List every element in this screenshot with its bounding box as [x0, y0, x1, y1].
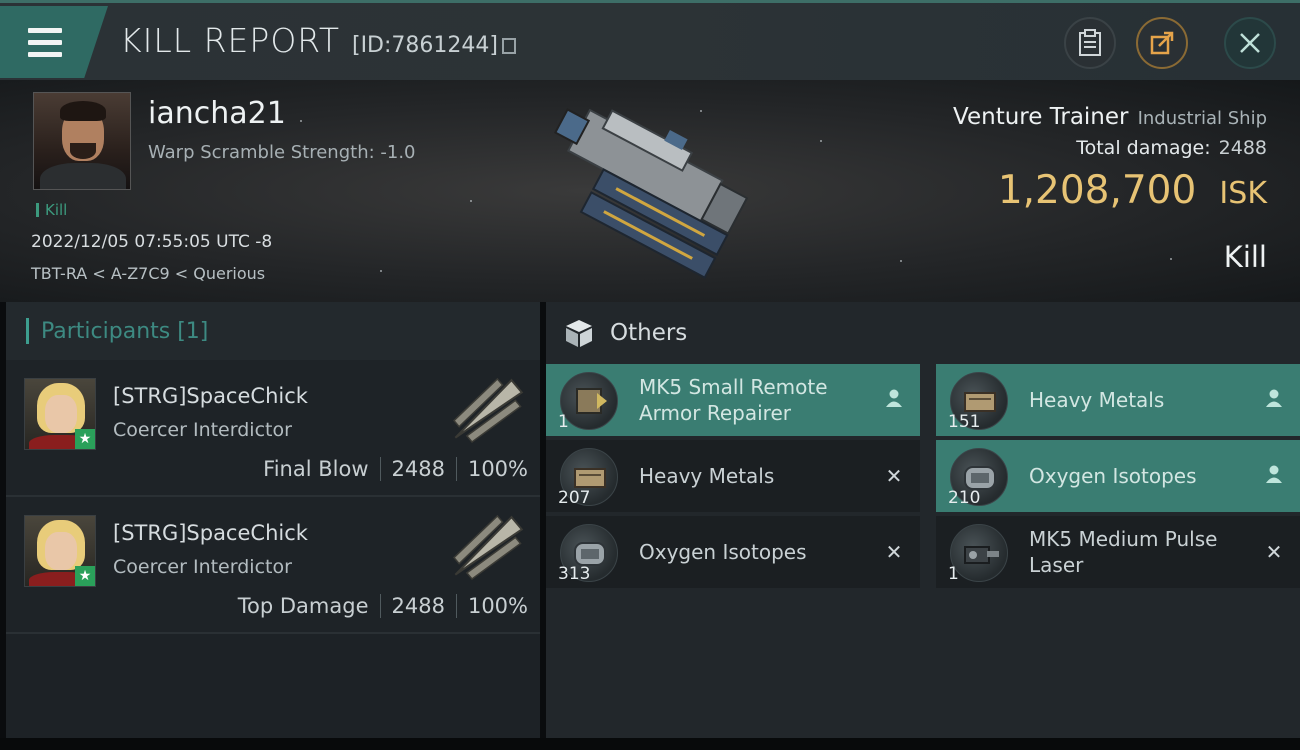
item-quantity: 313 — [558, 564, 591, 584]
participant-damage: 2488 — [391, 457, 445, 481]
hamburger-menu-icon — [28, 28, 62, 64]
item-name: MK5 Medium Pulse Laser — [1029, 527, 1218, 577]
others-panel: Others 1 MK5 Small Remote Armor Repairer… — [546, 302, 1300, 738]
item-quantity: 210 — [948, 488, 981, 508]
warp-scramble-strength: Warp Scramble Strength: -1.0 — [148, 142, 416, 163]
loot-item[interactable]: 1 MK5 Small Remote Armor Repairer — [546, 364, 920, 436]
victim-name[interactable]: iancha21 — [148, 96, 286, 131]
participant-row[interactable]: ★ [STRG]SpaceChick Coercer Interdictor T… — [6, 497, 540, 634]
participant-name: [STRG]SpaceChick — [113, 521, 308, 545]
person-icon[interactable] — [1262, 388, 1286, 412]
page-title: KILL REPORT — [120, 21, 340, 60]
destroyed-x-icon[interactable]: ✕ — [1262, 540, 1286, 564]
report-id: [ID:7861244] — [351, 33, 498, 58]
item-quantity: 151 — [948, 412, 981, 432]
star-badge-icon: ★ — [75, 429, 95, 449]
item-name: MK5 Small Remote Armor Repairer — [639, 375, 828, 425]
participant-ship: Coercer Interdictor — [113, 419, 292, 441]
loot-item[interactable]: 313 Oxygen Isotopes ✕ — [546, 516, 920, 588]
participant-ship-image[interactable] — [436, 505, 536, 593]
participants-panel: Participants [1] ★ [STRG]SpaceChick Coer… — [6, 302, 540, 738]
total-damage-value: 2488 — [1218, 137, 1267, 159]
participant-avatar[interactable]: ★ — [24, 378, 96, 450]
loot-item[interactable]: 1 MK5 Medium Pulse Laser ✕ — [936, 516, 1300, 588]
close-icon — [1240, 33, 1260, 53]
total-damage-label: Total damage: — [1076, 137, 1211, 159]
victim-ship-image[interactable] — [520, 90, 790, 290]
bottom-edge — [0, 738, 1300, 750]
item-name: Heavy Metals — [1029, 388, 1165, 412]
person-icon[interactable] — [1262, 464, 1286, 488]
participant-row[interactable]: ★ [STRG]SpaceChick Coercer Interdictor F… — [6, 360, 540, 497]
ship-name-row: Venture Trainer Industrial Ship — [953, 104, 1267, 130]
kill-tag: Kill — [36, 203, 67, 218]
clipboard-icon — [1079, 29, 1101, 56]
participant-stats: Final Blow 2488 100% — [263, 457, 528, 481]
item-name: Oxygen Isotopes — [1029, 464, 1197, 488]
ship-class: Industrial Ship — [1137, 108, 1267, 129]
participants-title: Participants [1] — [41, 318, 209, 344]
kill-result-label: Kill — [1223, 240, 1267, 274]
destroyed-x-icon[interactable]: ✕ — [882, 464, 906, 488]
item-quantity: 1 — [558, 412, 569, 432]
isk-unit: ISK — [1219, 176, 1267, 211]
victim-avatar[interactable] — [33, 92, 131, 190]
kill-summary-hero: iancha21 Warp Scramble Strength: -1.0 Ki… — [0, 80, 1300, 302]
loot-item[interactable]: 151 Heavy Metals — [936, 364, 1300, 436]
item-name: Heavy Metals — [639, 464, 775, 488]
participants-header: Participants [1] — [6, 302, 540, 360]
participant-name: [STRG]SpaceChick — [113, 384, 308, 408]
participant-avatar[interactable]: ★ — [24, 515, 96, 587]
destroyed-x-icon[interactable]: ✕ — [882, 540, 906, 564]
participant-role: Final Blow — [263, 457, 369, 481]
participant-role: Top Damage — [237, 594, 369, 618]
others-title: Others — [610, 320, 688, 346]
item-name: Oxygen Isotopes — [639, 540, 807, 564]
item-quantity: 207 — [558, 488, 591, 508]
loot-item[interactable]: 207 Heavy Metals ✕ — [546, 440, 920, 512]
participant-stats: Top Damage 2488 100% — [238, 594, 528, 618]
kill-timestamp: 2022/12/05 07:55:05 UTC -8 — [31, 232, 273, 252]
isk-row: 1,208,700 ISK — [998, 168, 1267, 213]
isk-value: 1,208,700 — [997, 168, 1197, 213]
participant-damage: 2488 — [391, 594, 445, 618]
cargo-box-icon — [566, 320, 592, 347]
close-button[interactable] — [1224, 17, 1276, 69]
kill-location: TBT-RA < A-Z7C9 < Querious — [31, 264, 266, 283]
ship-name[interactable]: Venture Trainer — [953, 104, 1128, 130]
loot-item[interactable]: 210 Oxygen Isotopes — [936, 440, 1300, 512]
share-external-icon — [1150, 31, 1174, 55]
copy-icon[interactable] — [501, 38, 516, 54]
participant-percent: 100% — [467, 594, 528, 618]
item-quantity: 1 — [948, 564, 959, 584]
total-damage: Total damage: 2488 — [1076, 137, 1267, 159]
others-header: Others — [546, 302, 1300, 364]
share-button[interactable] — [1136, 17, 1188, 69]
clipboard-button[interactable] — [1064, 17, 1116, 69]
top-bar: KILL REPORT [ID:7861244] — [0, 0, 1300, 80]
participant-ship-image[interactable] — [436, 368, 536, 456]
participant-ship: Coercer Interdictor — [113, 556, 292, 578]
person-icon[interactable] — [882, 388, 906, 412]
title-wrap: KILL REPORT [ID:7861244] — [120, 21, 516, 65]
participant-percent: 100% — [467, 457, 528, 481]
star-badge-icon: ★ — [75, 566, 95, 586]
menu-button[interactable] — [0, 6, 108, 78]
